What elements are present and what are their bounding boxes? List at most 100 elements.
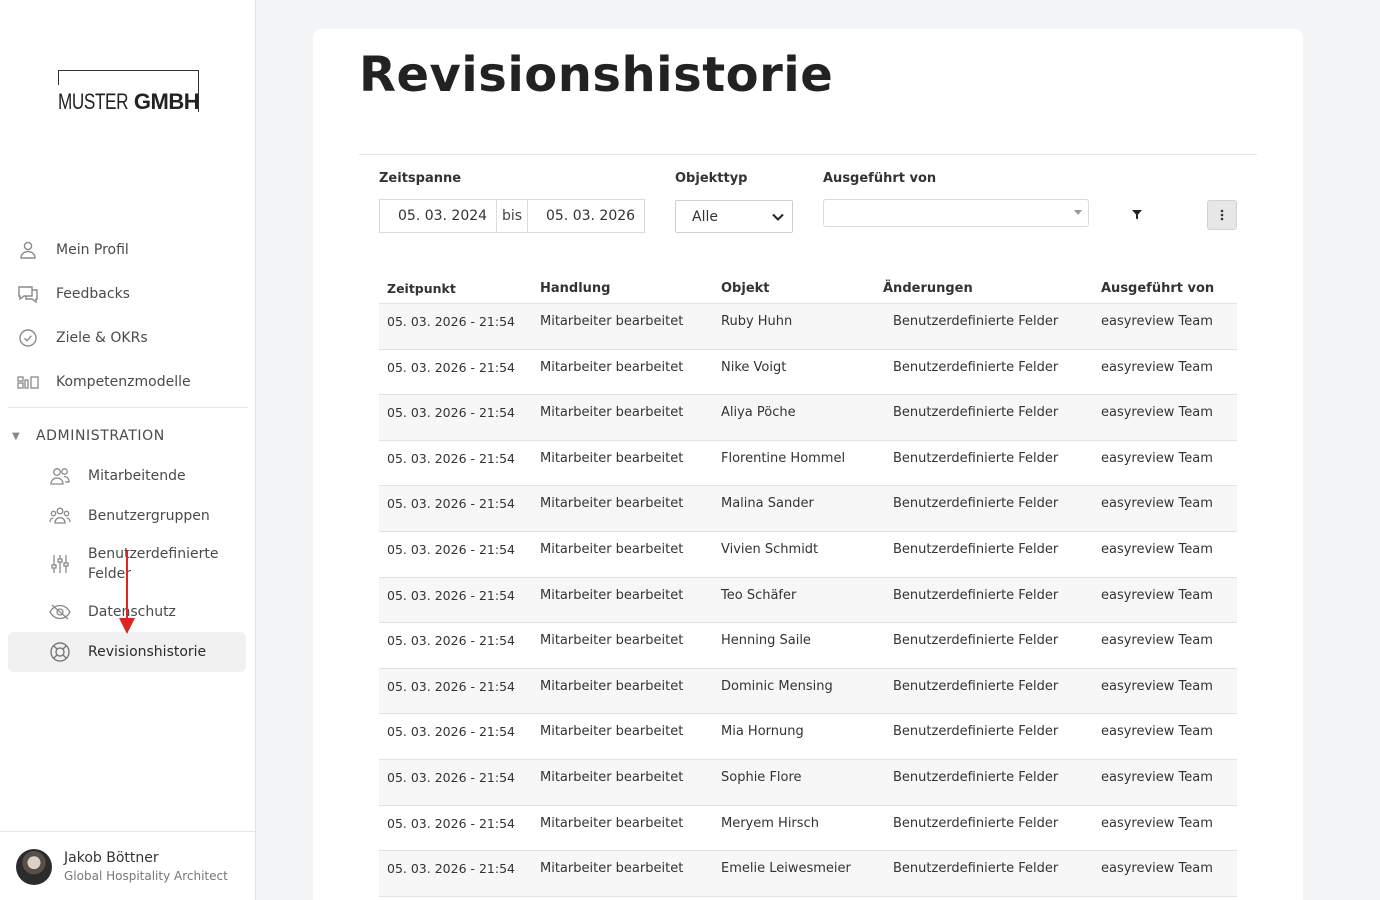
cell-ausgefuehrt-von: easyreview Team	[1101, 815, 1213, 831]
cell-aenderungen: Benutzerdefinierte Felder	[893, 815, 1059, 831]
cell-handlung: Mitarbeiter bearbeitet	[540, 769, 684, 785]
date-to-input[interactable]: 05. 03. 2026	[528, 200, 635, 232]
sidebar-divider	[8, 407, 248, 408]
column-header-aenderungen[interactable]: Änderungen	[875, 281, 1093, 296]
users-icon	[48, 464, 72, 488]
cell-handlung: Mitarbeiter bearbeitet	[540, 861, 684, 877]
sidebar-item-feedbacks[interactable]: Feedbacks	[8, 274, 246, 314]
cell-zeitpunkt: 05. 03. 2026 - 21:54	[387, 861, 515, 877]
revision-table: Zeitpunkt Handlung Objekt Änderungen Aus…	[379, 273, 1237, 897]
cell-objekt: Florentine Hommel	[721, 450, 846, 466]
object-type-select[interactable]: Alle	[675, 200, 793, 233]
cell-objekt: Dominic Mensing	[721, 678, 833, 694]
cell-ausgefuehrt-von: easyreview Team	[1101, 359, 1213, 375]
date-range-picker: 05. 03. 2024 bis 05. 03. 2026	[379, 199, 645, 233]
cell-objekt: Ruby Huhn	[721, 314, 793, 329]
table-row[interactable]: 05. 03. 2026 - 21:54 Mitarbeiter bearbeit…	[379, 486, 1237, 532]
main-card: Revisionshistorie Zeitspanne 05. 03. 202…	[313, 29, 1303, 900]
cell-aenderungen: Benutzerdefinierte Felder	[893, 724, 1059, 740]
cell-objekt: Emelie Leiwesmeier	[721, 861, 851, 877]
cell-handlung: Mitarbeiter bearbeitet	[540, 450, 684, 466]
cell-ausgefuehrt-von: easyreview Team	[1101, 633, 1213, 649]
cell-handlung: Mitarbeiter bearbeitet	[540, 633, 684, 649]
table-row[interactable]: 05. 03. 2026 - 21:54 Mitarbeiter bearbeit…	[379, 714, 1237, 760]
cell-aenderungen: Benutzerdefinierte Felder	[893, 861, 1059, 877]
cell-ausgefuehrt-von: easyreview Team	[1101, 769, 1213, 785]
table-row[interactable]: 05. 03. 2026 - 21:54 Mitarbeiter bearbeit…	[379, 350, 1237, 396]
table-row[interactable]: 05. 03. 2026 - 21:54 Mitarbeiter bearbeit…	[379, 304, 1237, 350]
sidebar-item-kompetenzmodelle[interactable]: Kompetenzmodelle	[8, 362, 246, 402]
sidebar-item-benutzergruppen[interactable]: Benutzergruppen	[8, 496, 246, 536]
company-logo[interactable]: MUSTER GMBH	[58, 70, 200, 114]
cell-ausgefuehrt-von: easyreview Team	[1101, 314, 1213, 329]
annotation-arrow	[126, 551, 128, 621]
annotation-arrow-head	[119, 618, 135, 634]
date-range-separator: bis	[497, 200, 528, 232]
table-row[interactable]: 05. 03. 2026 - 21:54 Mitarbeiter bearbeit…	[379, 759, 1237, 806]
cell-ausgefuehrt-von: easyreview Team	[1101, 678, 1213, 694]
timespan-label: Zeitspanne	[379, 171, 462, 186]
title-divider	[359, 154, 1257, 155]
user-profile-area[interactable]: Jakob Böttner Global Hospitality Archite…	[0, 831, 255, 900]
executed-by-label: Ausgeführt von	[823, 171, 937, 186]
sidebar-item-mitarbeitende[interactable]: Mitarbeitende	[8, 456, 246, 496]
cell-handlung: Mitarbeiter bearbeitet	[540, 678, 684, 694]
table-row[interactable]: 05. 03. 2026 - 21:54 Mitarbeiter bearbeit…	[379, 577, 1237, 624]
caret-down-icon	[1074, 210, 1082, 215]
cell-ausgefuehrt-von: easyreview Team	[1101, 541, 1213, 557]
table-row[interactable]: 05. 03. 2026 - 21:54 Mitarbeiter bearbeit…	[379, 851, 1237, 897]
user-role: Global Hospitality Architect	[64, 869, 228, 883]
cell-objekt: Henning Saile	[721, 633, 811, 649]
table-row[interactable]: 05. 03. 2026 - 21:54 Mitarbeiter bearbeit…	[379, 395, 1237, 441]
cell-ausgefuehrt-von: easyreview Team	[1101, 496, 1213, 512]
cell-handlung: Mitarbeiter bearbeitet	[540, 541, 684, 557]
chevron-down-icon	[772, 213, 784, 221]
sidebar-item-ziele-okrs[interactable]: Ziele & OKRs	[8, 318, 246, 358]
cell-handlung: Mitarbeiter bearbeitet	[540, 587, 684, 603]
user-icon	[16, 238, 40, 262]
column-header-handlung[interactable]: Handlung	[532, 281, 713, 296]
sidebar-section-administration[interactable]: ▼ ADMINISTRATION	[12, 428, 165, 444]
sidebar: MUSTER GMBH Mein Profil Feedbacks Ziele &…	[0, 0, 256, 900]
page-title: Revisionshistorie	[359, 47, 834, 103]
cell-objekt: Vivien Schmidt	[721, 541, 819, 557]
table-row[interactable]: 05. 03. 2026 - 21:54 Mitarbeiter bearbeit…	[379, 668, 1237, 715]
cell-zeitpunkt: 05. 03. 2026 - 21:54	[387, 405, 515, 421]
avatar[interactable]	[16, 849, 52, 885]
more-options-button[interactable]	[1207, 200, 1237, 230]
cell-zeitpunkt: 05. 03. 2026 - 21:54	[387, 815, 515, 831]
table-row[interactable]: 05. 03. 2026 - 21:54 Mitarbeiter bearbeit…	[379, 806, 1237, 852]
object-type-label: Objekttyp	[675, 171, 748, 186]
object-type-value: Alle	[692, 208, 718, 225]
lifebuoy-icon	[48, 640, 72, 664]
cell-aenderungen: Benutzerdefinierte Felder	[893, 450, 1059, 466]
cell-objekt: Sophie Flore	[721, 769, 802, 785]
cell-ausgefuehrt-von: easyreview Team	[1101, 861, 1213, 877]
table-header: Zeitpunkt Handlung Objekt Änderungen Aus…	[379, 273, 1237, 304]
cell-zeitpunkt: 05. 03. 2026 - 21:54	[387, 359, 515, 375]
cell-zeitpunkt: 05. 03. 2026 - 21:54	[387, 769, 515, 785]
table-row[interactable]: 05. 03. 2026 - 21:54 Mitarbeiter bearbeit…	[379, 623, 1237, 669]
cell-aenderungen: Benutzerdefinierte Felder	[893, 496, 1059, 512]
cell-ausgefuehrt-von: easyreview Team	[1101, 405, 1213, 421]
cell-handlung: Mitarbeiter bearbeitet	[540, 724, 684, 740]
column-header-zeitpunkt[interactable]: Zeitpunkt	[379, 281, 532, 296]
sidebar-item-revisionshistorie[interactable]: Revisionshistorie	[8, 632, 246, 672]
cell-ausgefuehrt-von: easyreview Team	[1101, 724, 1213, 740]
cell-ausgefuehrt-von: easyreview Team	[1101, 587, 1213, 603]
cell-zeitpunkt: 05. 03. 2026 - 21:54	[387, 541, 515, 557]
cell-zeitpunkt: 05. 03. 2026 - 21:54	[387, 496, 515, 512]
cell-handlung: Mitarbeiter bearbeitet	[540, 314, 684, 329]
group-icon	[48, 504, 72, 528]
triangle-down-icon: ▼	[12, 430, 20, 442]
table-row[interactable]: 05. 03. 2026 - 21:54 Mitarbeiter bearbeit…	[379, 441, 1237, 487]
column-header-ausgefuehrt-von[interactable]: Ausgeführt von	[1093, 281, 1237, 296]
sidebar-item-mein-profil[interactable]: Mein Profil	[8, 230, 246, 270]
executed-by-select[interactable]	[823, 199, 1089, 227]
date-from-input[interactable]: 05. 03. 2024	[380, 200, 497, 232]
cell-aenderungen: Benutzerdefinierte Felder	[893, 359, 1059, 375]
column-header-objekt[interactable]: Objekt	[713, 281, 875, 296]
table-row[interactable]: 05. 03. 2026 - 21:54 Mitarbeiter bearbeit…	[379, 532, 1237, 578]
filter-icon[interactable]	[1131, 209, 1143, 221]
cell-aenderungen: Benutzerdefinierte Felder	[893, 678, 1059, 694]
